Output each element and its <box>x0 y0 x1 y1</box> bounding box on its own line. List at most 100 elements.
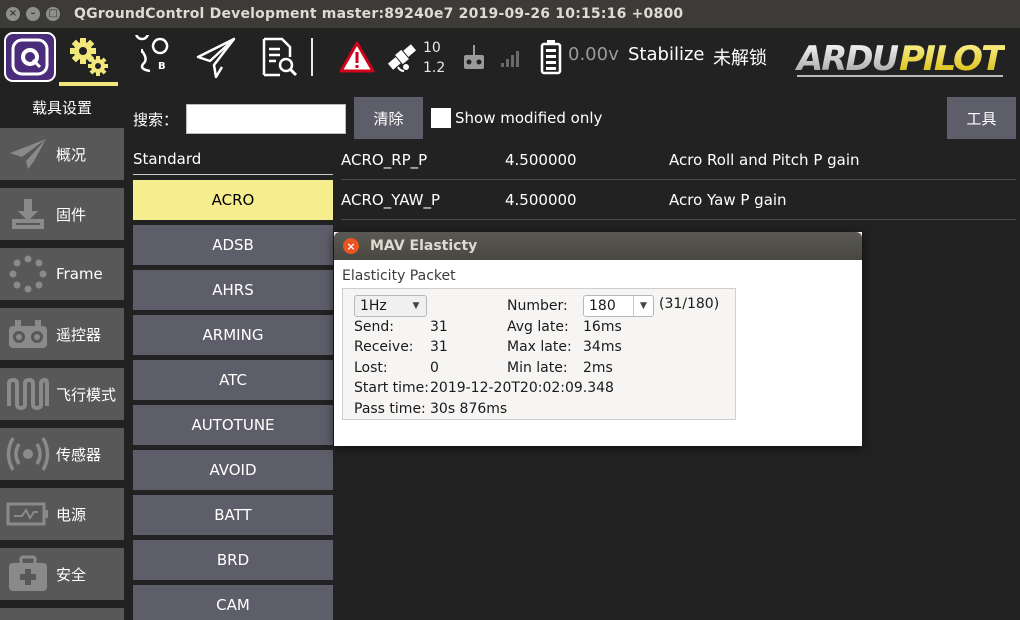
group-title: Standard <box>133 150 202 168</box>
sidebar-item-label: 传感器 <box>56 445 102 464</box>
send-label: Send: <box>354 319 394 335</box>
sidebar-item-power[interactable]: 电源 <box>0 488 124 540</box>
mav-elasticity-dialog: × MAV Elasticty Elasticity Packet 1Hz ▼ … <box>334 232 862 446</box>
avg-late-value: 16ms <box>583 319 622 335</box>
download-icon <box>0 188 56 240</box>
signal-bars-icon <box>501 51 519 67</box>
arm-status[interactable]: 未解锁 <box>713 44 767 70</box>
param-name: ACRO_RP_P <box>341 151 428 169</box>
group-divider <box>133 174 333 175</box>
main-toolbar: B 10 1.2 0.00v Stabilize 未解锁 ARDU PILOT <box>0 28 1020 88</box>
first-aid-icon <box>0 548 56 600</box>
battery-icon <box>540 40 562 75</box>
param-row[interactable]: ACRO_RP_P 4.500000 Acro Roll and Pitch P… <box>341 140 1016 180</box>
gps-satellite-count: 10 <box>423 40 441 56</box>
param-row[interactable]: ACRO_YAW_P 4.500000 Acro Yaw P gain <box>341 180 1016 220</box>
svg-text:PILOT: PILOT <box>899 39 1005 79</box>
sidebar-item-label: 概况 <box>56 145 87 164</box>
search-input[interactable] <box>186 104 346 134</box>
battery-indicator[interactable] <box>538 28 564 86</box>
pass-time-label: Pass time: <box>354 401 426 417</box>
window-close-button[interactable]: × <box>6 7 20 21</box>
document-search-icon <box>262 37 298 77</box>
qgc-logo-button[interactable] <box>0 28 59 86</box>
param-value: 4.500000 <box>505 191 577 209</box>
group-button-arming[interactable]: ARMING <box>133 315 333 355</box>
param-description: Acro Roll and Pitch P gain <box>669 151 860 169</box>
sensor-icon <box>0 428 56 480</box>
sidebar-item-summary[interactable]: 概况 <box>0 128 124 180</box>
receive-label: Receive: <box>354 339 414 355</box>
svg-text:ARDU: ARDU <box>795 39 898 79</box>
dialog-close-button[interactable]: × <box>343 238 359 254</box>
number-spinbox[interactable]: 180 ▼ <box>583 295 654 317</box>
sidebar-item-more[interactable] <box>0 608 124 620</box>
dialog-titlebar: × MAV Elasticty <box>334 232 862 260</box>
sidebar-item-label: 电源 <box>56 505 87 524</box>
sidebar-item-label: 遥控器 <box>56 325 102 344</box>
sidebar-item-radio[interactable]: 遥控器 <box>0 308 124 360</box>
group-button-adsb[interactable]: ADSB <box>133 225 333 265</box>
dialog-title: MAV Elasticty <box>370 238 478 254</box>
frame-icon <box>0 248 56 300</box>
sidebar-item-flight-modes[interactable]: 飞行模式 <box>0 368 124 420</box>
gps-indicator[interactable] <box>384 28 420 86</box>
svg-text:B: B <box>158 61 166 72</box>
analyze-button[interactable] <box>250 28 306 86</box>
start-time-label: Start time: <box>354 380 429 396</box>
lost-value: 0 <box>430 360 439 376</box>
settings-gears-button[interactable] <box>59 28 118 86</box>
messages-indicator[interactable] <box>338 28 376 86</box>
waveform-icon <box>0 368 56 420</box>
paper-plane-icon <box>196 37 236 79</box>
sidebar-item-sensors[interactable]: 传感器 <box>0 428 124 480</box>
window-titlebar: × – □ QGroundControl Development master:… <box>0 0 1020 28</box>
sidebar-item-safety[interactable]: 安全 <box>0 548 124 600</box>
elasticity-group-title: Elasticity Packet <box>342 268 456 284</box>
group-button-brd[interactable]: BRD <box>133 540 333 580</box>
number-label: Number: <box>507 298 568 314</box>
rc-rssi-indicator[interactable] <box>462 28 494 86</box>
gears-icon <box>69 38 108 76</box>
group-button-ahrs[interactable]: AHRS <box>133 270 333 310</box>
plan-button[interactable]: B <box>124 28 180 86</box>
send-value: 31 <box>430 319 448 335</box>
sidebar-item-label: Frame <box>56 265 103 283</box>
gps-hdop: 1.2 <box>423 60 446 76</box>
warning-icon <box>339 41 375 73</box>
rc-signal-indicator <box>498 28 522 86</box>
clear-button[interactable]: 清除 <box>354 97 423 139</box>
lost-label: Lost: <box>354 360 388 376</box>
window-maximize-button[interactable]: □ <box>46 7 60 21</box>
plan-route-icon: B <box>135 35 169 73</box>
tools-button[interactable]: 工具 <box>947 97 1016 139</box>
min-late-label: Min late: <box>507 360 568 376</box>
flight-mode-selector[interactable]: Stabilize <box>628 44 704 65</box>
number-value: 180 <box>589 298 616 314</box>
row-divider <box>341 219 1016 220</box>
min-late-value: 2ms <box>583 360 613 376</box>
show-modified-label: Show modified only <box>455 109 603 127</box>
group-button-avoid[interactable]: AVOID <box>133 450 333 490</box>
param-description: Acro Yaw P gain <box>669 191 787 209</box>
search-label: 搜索： <box>133 111 179 129</box>
window-minimize-button[interactable]: – <box>26 7 40 21</box>
toolbar-separator <box>311 38 313 76</box>
group-button-autotune[interactable]: AUTOTUNE <box>133 405 333 445</box>
battery-voltage: 0.00v <box>568 44 619 65</box>
show-modified-checkbox[interactable] <box>431 108 451 128</box>
rate-dropdown[interactable]: 1Hz ▼ <box>354 295 427 317</box>
group-button-acro[interactable]: ACRO <box>133 180 333 220</box>
group-button-batt[interactable]: BATT <box>133 495 333 535</box>
group-button-atc[interactable]: ATC <box>133 360 333 400</box>
group-button-cam[interactable]: CAM <box>133 585 333 620</box>
qgc-window: × – □ QGroundControl Development master:… <box>0 0 1020 620</box>
sidebar-item-frame[interactable]: Frame <box>0 248 124 300</box>
pass-time-value: 30s 876ms <box>430 401 508 417</box>
sidebar-item-label: 固件 <box>56 205 87 224</box>
chevron-down-icon: ▼ <box>412 301 420 311</box>
fly-button[interactable] <box>188 28 244 86</box>
avg-late-label: Avg late: <box>507 319 569 335</box>
satellite-icon <box>387 44 417 72</box>
sidebar-item-firmware[interactable]: 固件 <box>0 188 124 240</box>
